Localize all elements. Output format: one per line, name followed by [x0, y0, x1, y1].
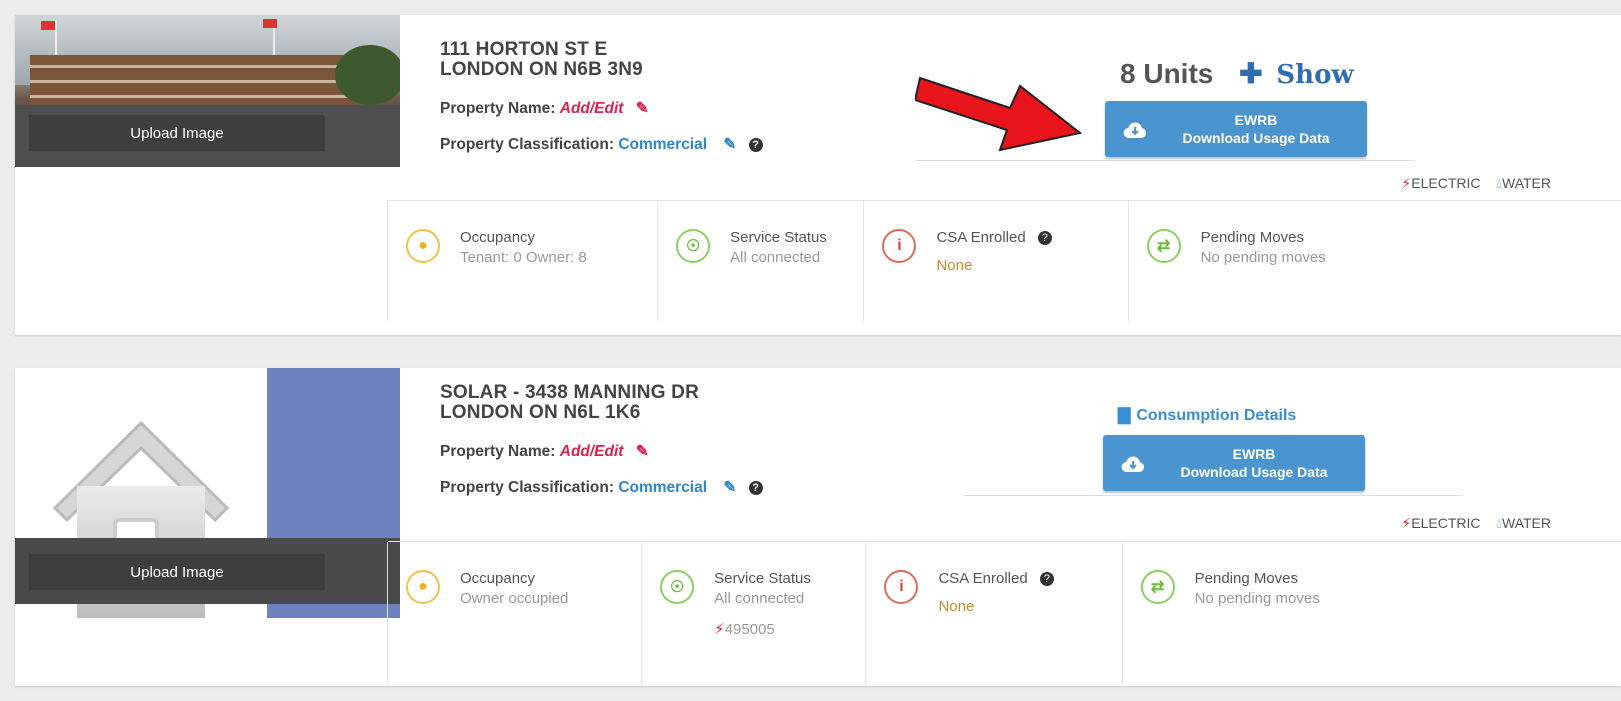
csa-enrolled-value: None: [938, 598, 975, 615]
question-circle-icon[interactable]: ?: [1039, 572, 1054, 587]
service-status-value: All connected: [714, 590, 805, 607]
occupancy-stat: ● Occupancy Owner occupied: [387, 542, 643, 687]
ewrb-title: EWRB: [1232, 446, 1276, 462]
property-card: Upload Image SOLAR - 3438 MANNING DR LON…: [15, 368, 1621, 687]
address-line-2: LONDON ON N6L 1K6: [440, 402, 641, 423]
meter-number: ⚡︎495005: [714, 621, 775, 638]
service-status-label: Service Status: [730, 229, 827, 246]
consumption-details-label: Consumption Details: [1136, 407, 1297, 424]
property-stats: ● Occupancy Owner occupied ☉ Service Sta…: [387, 541, 1621, 687]
info-icon: i: [882, 229, 917, 263]
users-icon: ●: [406, 570, 440, 604]
plus-icon[interactable]: ✚: [1239, 58, 1262, 89]
property-name-row: Property Name: Add/Edit ✎: [440, 442, 649, 461]
bolt-icon: ⚡︎: [714, 621, 725, 638]
water-label: WATER: [1502, 175, 1551, 191]
bolt-icon: ⚡︎: [1401, 175, 1412, 191]
csa-enrolled-stat: i CSA Enrolled ? None: [863, 201, 1129, 321]
question-circle-icon[interactable]: ?: [1037, 231, 1052, 246]
service-status-stat: ☉ Service Status All connected ⚡︎495005: [641, 542, 867, 687]
pending-moves-stat: ⇄ Pending Moves No pending moves: [1121, 542, 1621, 687]
lightbulb-icon: ☉: [660, 570, 695, 604]
service-status-label: Service Status: [714, 570, 811, 587]
csa-enrolled-label: CSA Enrolled ?: [938, 570, 1054, 587]
electric-label: ELECTRIC: [1411, 175, 1481, 191]
info-icon: i: [884, 570, 919, 604]
water-label: WATER: [1502, 515, 1551, 531]
units-summary: 8 Units ✚ Show: [1120, 57, 1354, 90]
question-circle-icon[interactable]: ?: [748, 480, 763, 495]
property-image[interactable]: Upload Image: [15, 15, 400, 167]
address-line-1: SOLAR - 3438 MANNING DR: [440, 382, 700, 403]
property-stats: ● Occupancy Tenant: 0 Owner: 8 ☉ Service…: [387, 200, 1621, 321]
address-line-2: LONDON ON N6B 3N9: [440, 59, 643, 80]
flag: [41, 21, 55, 30]
edit-icon[interactable]: ✎: [636, 443, 649, 460]
ewrb-subtitle: Download Usage Data: [1180, 464, 1328, 480]
electric-label: ELECTRIC: [1411, 515, 1481, 531]
property-classification-link[interactable]: Commercial: [618, 136, 707, 153]
pending-moves-value: No pending moves: [1200, 249, 1326, 266]
edit-icon[interactable]: ✎: [723, 479, 736, 496]
property-name-row: Property Name: Add/Edit ✎: [440, 99, 649, 118]
divider: [963, 495, 1463, 496]
show-units-link[interactable]: Show: [1276, 60, 1353, 90]
pending-moves-value: No pending moves: [1194, 590, 1320, 607]
flag: [263, 19, 277, 28]
utility-types: ⚡︎ELECTRIC 💧︎WATER: [1401, 175, 1551, 192]
property-classification-row: Property Classification: Commercial ✎ ?: [440, 478, 763, 497]
property-name-label: Property Name:: [440, 443, 556, 460]
pending-moves-label: Pending Moves: [1194, 570, 1299, 587]
photo-tree: [335, 45, 400, 105]
csa-enrolled-label: CSA Enrolled ?: [936, 229, 1052, 246]
occupancy-label: Occupancy: [460, 570, 536, 587]
ewrb-download-button[interactable]: EWRB Download Usage Data: [1105, 101, 1367, 157]
users-icon: ●: [406, 229, 440, 263]
service-status-stat: ☉ Service Status All connected: [657, 201, 865, 321]
annotation-arrow: [915, 76, 1083, 152]
cloud-download-icon: [1121, 454, 1145, 473]
upload-image-button[interactable]: Upload Image: [29, 554, 325, 590]
property-name-add-edit-link[interactable]: Add/Edit: [560, 443, 624, 460]
question-circle-icon[interactable]: ?: [748, 137, 763, 152]
cloud-download-icon: [1123, 120, 1147, 139]
ewrb-button-text: EWRB Download Usage Data: [1163, 111, 1367, 147]
ewrb-download-button[interactable]: EWRB Download Usage Data: [1103, 435, 1365, 491]
service-status-value: All connected: [730, 249, 821, 266]
property-name-label: Property Name:: [440, 100, 556, 117]
occupancy-stat: ● Occupancy Tenant: 0 Owner: 8: [387, 201, 659, 321]
property-classification-row: Property Classification: Commercial ✎ ?: [440, 135, 763, 154]
utility-types: ⚡︎ELECTRIC 💧︎WATER: [1401, 515, 1551, 532]
property-image[interactable]: Upload Image: [15, 368, 400, 618]
property-classification-link[interactable]: Commercial: [618, 479, 707, 496]
consumption-details-link[interactable]: ▇ Consumption Details: [1118, 405, 1296, 425]
pending-moves-stat: ⇄ Pending Moves No pending moves: [1127, 201, 1621, 321]
upload-image-button[interactable]: Upload Image: [29, 115, 325, 151]
property-classification-label: Property Classification:: [440, 479, 614, 496]
occupancy-label: Occupancy: [460, 229, 536, 246]
pending-moves-label: Pending Moves: [1200, 229, 1304, 246]
edit-icon[interactable]: ✎: [636, 100, 649, 117]
ewrb-button-text: EWRB Download Usage Data: [1161, 445, 1365, 481]
photo-building: [30, 55, 360, 105]
occupancy-value: Tenant: 0 Owner: 8: [460, 249, 587, 266]
ewrb-title: EWRB: [1234, 112, 1278, 128]
address-line-1: 111 HORTON ST E: [440, 39, 608, 60]
ewrb-subtitle: Download Usage Data: [1182, 130, 1330, 146]
units-count: 8 Units: [1120, 58, 1214, 89]
exchange-icon: ⇄: [1146, 229, 1181, 263]
property-address: SOLAR - 3438 MANNING DR LONDON ON N6L 1K…: [440, 383, 699, 423]
bar-chart-icon: ▇: [1118, 407, 1131, 424]
property-card: Upload Image 111 HORTON ST E LONDON ON N…: [15, 15, 1621, 335]
occupancy-value: Owner occupied: [460, 590, 569, 607]
csa-enrolled-value: None: [936, 257, 973, 274]
property-name-add-edit-link[interactable]: Add/Edit: [560, 100, 624, 117]
exchange-icon: ⇄: [1140, 570, 1175, 604]
edit-icon[interactable]: ✎: [723, 136, 736, 153]
csa-enrolled-stat: i CSA Enrolled ? None: [865, 542, 1123, 687]
bolt-icon: ⚡︎: [1401, 515, 1412, 531]
property-classification-label: Property Classification:: [440, 136, 614, 153]
property-address: 111 HORTON ST E LONDON ON N6B 3N9: [440, 40, 643, 80]
lightbulb-icon: ☉: [676, 229, 711, 263]
